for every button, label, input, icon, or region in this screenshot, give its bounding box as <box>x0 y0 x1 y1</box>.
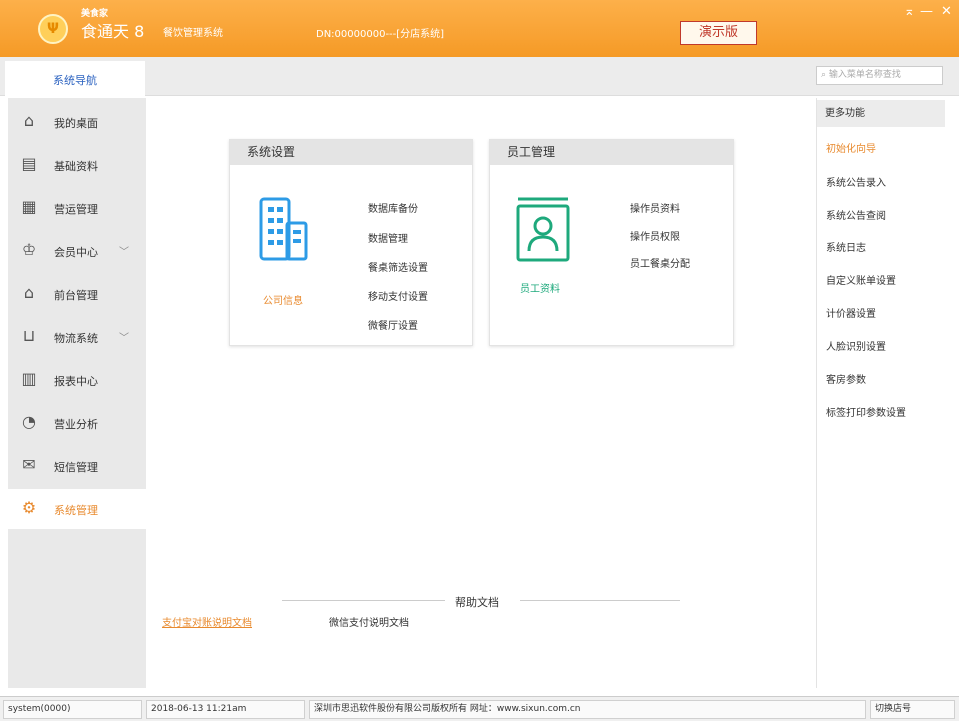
minimize-button[interactable]: — <box>920 4 933 19</box>
face-recognition-settings-link[interactable]: 人脸识别设置 <box>826 338 886 353</box>
home-icon: ⌂ <box>23 111 35 130</box>
menu-search-input[interactable]: ⌕ 输入菜单名称查找 <box>816 66 943 85</box>
card-title: 系统设置 <box>230 140 472 165</box>
document-icon: ▤ <box>21 154 37 173</box>
pie-chart-icon: ◔ <box>22 412 36 431</box>
sidebar-item-members[interactable]: ♔ 会员中心 ﹀ <box>8 231 146 271</box>
sidebar-item-reports[interactable]: ▥ 报表中心 <box>8 360 146 400</box>
chevron-down-icon: ﹀ <box>119 247 129 258</box>
company-building-icon[interactable] <box>259 197 309 263</box>
chevron-down-icon: ﹀ <box>119 333 129 344</box>
demo-badge: 演示版 <box>680 21 757 45</box>
more-functions-title: 更多功能 <box>817 100 945 127</box>
app-logo-icon: Ψ <box>38 14 68 44</box>
operator-info-link[interactable]: 操作员资料 <box>630 200 680 215</box>
app-subtitle: 餐饮管理系统 <box>163 28 223 39</box>
announcement-entry-link[interactable]: 系统公告录入 <box>826 174 886 189</box>
company-info-link[interactable]: 公司信息 <box>263 292 303 307</box>
more-functions-panel: 更多功能 初始化向导 系统公告录入 系统公告查阅 系统日志 自定义账单设置 计价… <box>816 98 945 688</box>
meter-settings-link[interactable]: 计价器设置 <box>826 305 876 320</box>
operator-permissions-link[interactable]: 操作员权限 <box>630 228 680 243</box>
sidebar-item-label: 前台管理 <box>54 289 98 302</box>
sidebar-item-label: 我的桌面 <box>54 117 98 130</box>
sidebar-item-label: 报表中心 <box>54 375 98 388</box>
wechat-pay-doc-link[interactable]: 微信支付说明文档 <box>329 614 409 629</box>
status-datetime: 2018-06-13 11:21am <box>146 700 305 719</box>
house-icon: ⌂ <box>23 283 35 302</box>
sidebar-item-sms[interactable]: ✉ 短信管理 <box>8 446 146 486</box>
staff-table-assignment-link[interactable]: 员工餐桌分配 <box>630 255 690 270</box>
system-log-link[interactable]: 系统日志 <box>826 239 866 254</box>
help-docs-title: 帮助文档 <box>455 596 499 609</box>
micro-restaurant-settings-link[interactable]: 微餐厅设置 <box>368 317 418 332</box>
staff-profile-icon[interactable] <box>515 195 571 263</box>
sidebar-item-label: 系统管理 <box>54 504 98 517</box>
gear-icon: ⚙ <box>21 498 37 517</box>
table-filter-settings-link[interactable]: 餐桌筛选设置 <box>368 259 428 274</box>
switch-store-button[interactable]: 切换店号 <box>870 700 955 719</box>
search-icon: ⌕ <box>821 70 829 80</box>
crown-icon: ♔ <box>21 240 37 259</box>
title-bar: Ψ 美食家 食通天 8 餐饮管理系统 DN:00000000---[分店系统] … <box>0 0 959 57</box>
search-placeholder: 输入菜单名称查找 <box>828 70 901 80</box>
staff-management-card: 员工管理 员工资料 操作员资料 操作员权限 员工餐桌分配 <box>489 139 734 346</box>
database-backup-link[interactable]: 数据库备份 <box>368 200 418 215</box>
close-button[interactable]: ✕ <box>941 4 952 19</box>
staff-info-link[interactable]: 员工资料 <box>520 280 560 295</box>
tab-system-navigation[interactable]: 系统导航 <box>5 61 145 96</box>
status-copyright: 深圳市思迅软件股份有限公司版权所有 网址：www.sixun.com.cn <box>309 700 866 719</box>
sidebar-item-logistics[interactable]: ⊔ 物流系统 ﹀ <box>8 317 146 357</box>
mobile-payment-settings-link[interactable]: 移动支付设置 <box>368 288 428 303</box>
init-wizard-link[interactable]: 初始化向导 <box>826 140 876 155</box>
divider <box>520 600 680 601</box>
sidebar-item-front-desk[interactable]: ⌂ 前台管理 <box>8 274 146 314</box>
label-print-settings-link[interactable]: 标签打印参数设置 <box>826 404 906 419</box>
sidebar-item-my-desktop[interactable]: ⌂ 我的桌面 <box>8 102 146 142</box>
sidebar-item-label: 营运管理 <box>54 203 98 216</box>
sidebar-item-business-analysis[interactable]: ◔ 营业分析 <box>8 403 146 443</box>
store-dn-label: DN:00000000---[分店系统] <box>316 29 445 40</box>
cart-icon: ⊔ <box>22 326 36 345</box>
card-title: 员工管理 <box>490 140 733 165</box>
sidebar-item-system-management[interactable]: ⚙ 系统管理 <box>8 489 146 529</box>
divider <box>282 600 445 601</box>
bar-chart-icon: ▥ <box>21 369 37 388</box>
sidebar: ⌂ 我的桌面 ▤ 基础资料 ▦ 营运管理 ♔ 会员中心 ﹀ ⌂ 前台管理 ⊔ 物… <box>8 98 146 688</box>
sidebar-item-label: 短信管理 <box>54 461 98 474</box>
pin-button[interactable]: ⌅ <box>904 4 915 19</box>
status-bar: system(0000) 2018-06-13 11:21am 深圳市思迅软件股… <box>0 696 959 721</box>
data-management-link[interactable]: 数据管理 <box>368 230 408 245</box>
announcement-view-link[interactable]: 系统公告查阅 <box>826 207 886 222</box>
room-params-link[interactable]: 客房参数 <box>826 371 866 386</box>
mail-icon: ✉ <box>22 455 36 474</box>
app-name: 食通天 8 <box>81 22 145 41</box>
sidebar-item-label: 基础资料 <box>54 160 98 173</box>
alipay-doc-link[interactable]: 支付宝对账说明文档 <box>162 614 252 629</box>
status-user: system(0000) <box>3 700 142 719</box>
system-settings-card: 系统设置 公司信息 数据库备份 数据管理 餐桌筛选设置 移动支付设置 微餐厅设置 <box>229 139 473 346</box>
custom-bill-settings-link[interactable]: 自定义账单设置 <box>826 272 896 287</box>
sidebar-item-operations[interactable]: ▦ 营运管理 <box>8 188 146 228</box>
sidebar-item-label: 会员中心 <box>54 246 98 259</box>
sidebar-item-label: 物流系统 <box>54 332 98 345</box>
calendar-icon: ▦ <box>21 197 37 216</box>
sidebar-item-basic-data[interactable]: ▤ 基础资料 <box>8 145 146 185</box>
sidebar-item-label: 营业分析 <box>54 418 98 431</box>
